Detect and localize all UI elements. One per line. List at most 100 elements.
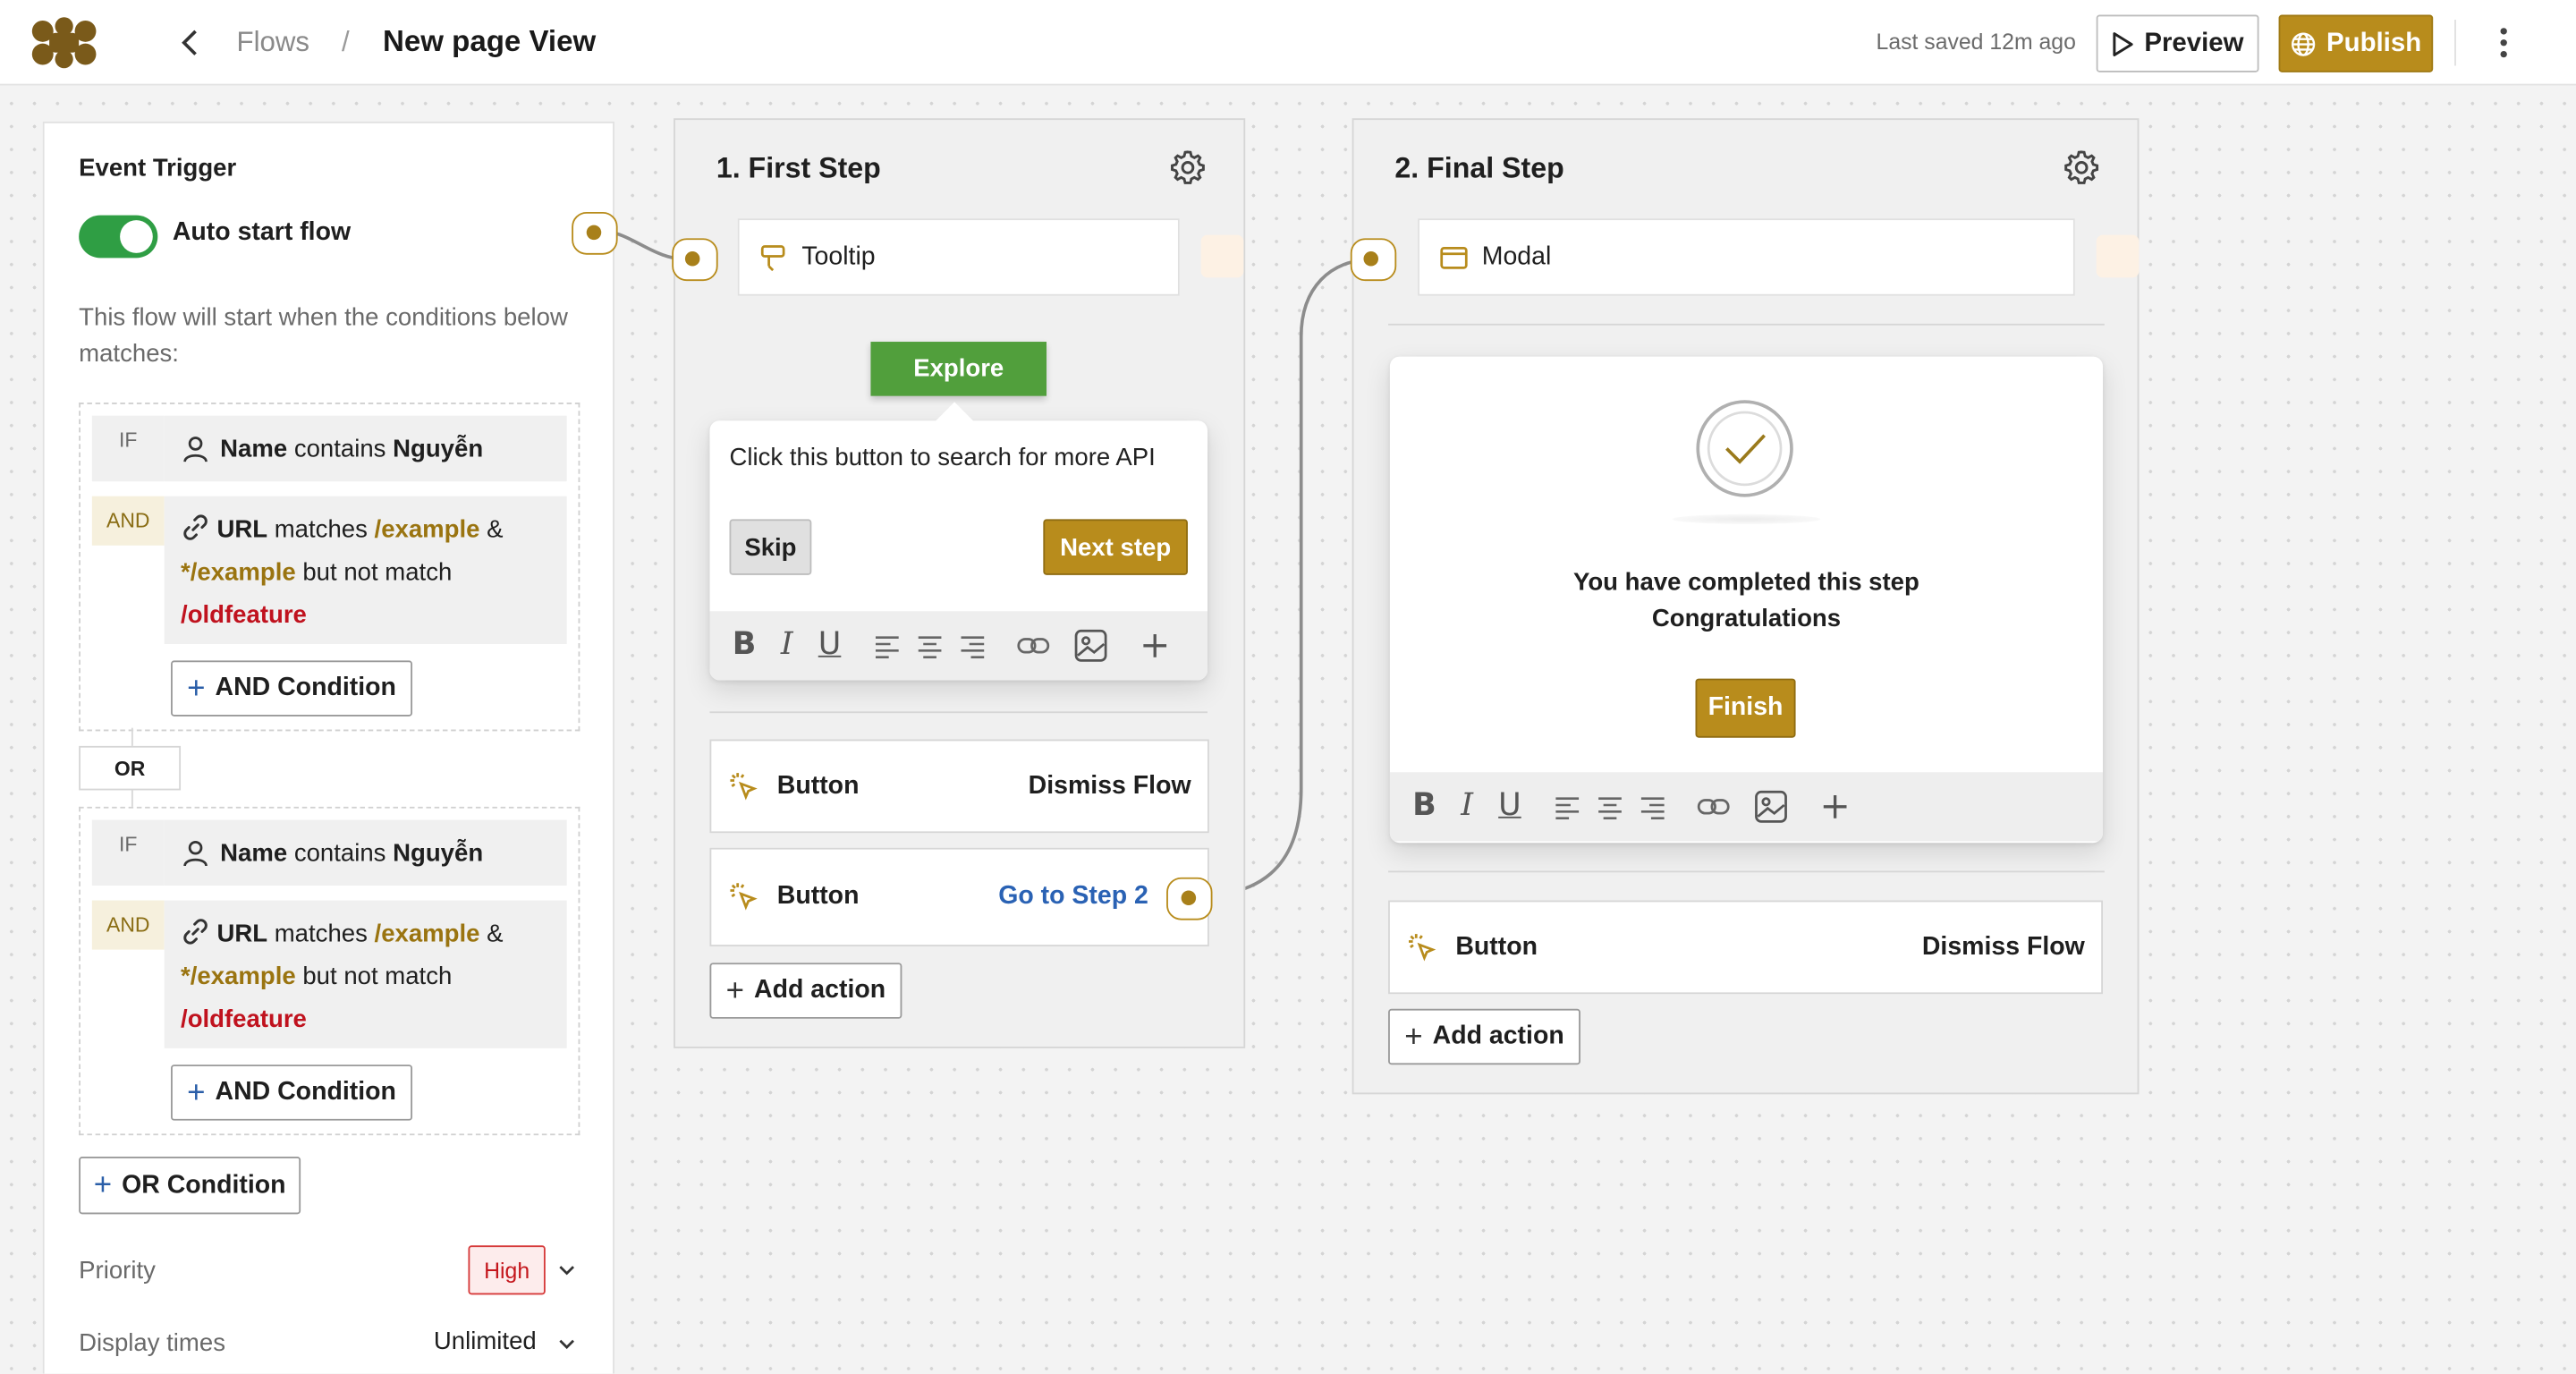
element-label: Modal xyxy=(1481,242,1552,271)
link-icon[interactable] xyxy=(1013,626,1053,666)
url-condition-row[interactable]: URL matches /example & */example but not … xyxy=(164,900,567,1048)
plus-icon[interactable] xyxy=(1816,787,1855,827)
action-output-port[interactable] xyxy=(1166,877,1213,920)
condition-operator: matches xyxy=(274,920,368,948)
italic-icon[interactable]: I xyxy=(772,626,801,662)
and-condition-label: AND Condition xyxy=(215,674,396,702)
check-shadow xyxy=(1672,513,1821,524)
click-icon xyxy=(1409,933,1436,961)
gear-icon[interactable] xyxy=(1168,148,1208,187)
or-chip: OR xyxy=(79,745,182,791)
and-tag: AND xyxy=(91,496,165,546)
action-row[interactable]: Button Go to Step 2 xyxy=(709,847,1209,946)
chevron-down-icon[interactable] xyxy=(557,1334,577,1353)
condition-group: IF Name contains Nguyễn AND URL matches … xyxy=(79,806,580,1136)
priority-select[interactable]: High xyxy=(468,1245,546,1295)
auto-start-label: Auto start flow xyxy=(172,218,352,247)
chevron-down-icon[interactable] xyxy=(557,1260,577,1280)
or-condition-button[interactable]: + OR Condition xyxy=(79,1157,301,1215)
next-step-button[interactable]: Next step xyxy=(1043,519,1188,575)
add-action-button[interactable]: + Add action xyxy=(1388,1008,1580,1065)
action-value[interactable]: Go to Step 2 xyxy=(998,882,1148,912)
tooltip-preview: Click this button to search for more API… xyxy=(709,420,1208,681)
if-tag: IF xyxy=(91,819,165,886)
action-value[interactable]: Dismiss Flow xyxy=(1029,771,1191,801)
user-icon xyxy=(183,437,208,462)
add-action-label: Add action xyxy=(1432,1022,1564,1050)
tooltip-icon xyxy=(760,244,785,271)
event-trigger-panel: Event Trigger Auto start flow This flow … xyxy=(42,121,614,1374)
action-value[interactable]: Dismiss Flow xyxy=(1922,932,2085,962)
name-condition-row[interactable]: Name contains Nguyễn xyxy=(164,819,567,886)
condition-group: IF Name contains Nguyễn AND URL matches … xyxy=(79,403,580,732)
text-format-toolbar: B I U xyxy=(1389,772,2104,842)
image-icon[interactable] xyxy=(1751,787,1791,827)
condition-amp: & xyxy=(487,920,504,948)
align-center-icon[interactable] xyxy=(911,626,950,666)
trigger-output-port[interactable] xyxy=(572,211,618,255)
align-center-icon[interactable] xyxy=(1590,787,1630,827)
plus-icon: + xyxy=(187,671,206,706)
align-left-icon[interactable] xyxy=(868,626,907,666)
action-row[interactable]: Button Dismiss Flow xyxy=(709,739,1209,834)
step-input-port[interactable] xyxy=(672,238,718,282)
underline-icon[interactable]: U xyxy=(815,626,844,662)
condition-value: Nguyễn xyxy=(393,434,484,463)
plus-icon[interactable] xyxy=(1135,626,1174,666)
url-condition-row[interactable]: URL matches /example & */example but not … xyxy=(164,496,567,645)
tooltip-text[interactable]: Click this button to search for more API xyxy=(730,444,1156,471)
condition-excluded-value: /oldfeature xyxy=(181,1005,307,1034)
action-type-label: Button xyxy=(776,771,860,800)
modal-preview: You have completed this step Congratulat… xyxy=(1389,356,2104,844)
auto-start-toggle[interactable] xyxy=(79,215,158,259)
step-title[interactable]: 1. First Step xyxy=(716,151,881,186)
section-divider xyxy=(1388,323,2105,326)
align-left-icon[interactable] xyxy=(1547,787,1587,827)
link-icon[interactable] xyxy=(1694,787,1733,827)
underline-icon[interactable]: U xyxy=(1495,787,1524,823)
image-icon[interactable] xyxy=(1072,626,1111,666)
condition-value: /example xyxy=(374,515,480,544)
plus-icon: + xyxy=(725,973,745,1008)
trigger-description: This flow will start when the conditions… xyxy=(79,303,568,369)
explore-target-button[interactable]: Explore xyxy=(870,342,1047,396)
condition-field: URL xyxy=(216,920,268,948)
add-element-placeholder[interactable] xyxy=(2096,234,2140,278)
condition-operator: contains xyxy=(293,434,386,463)
section-divider xyxy=(1388,870,2105,873)
skip-button[interactable]: Skip xyxy=(729,519,812,575)
condition-field: Name xyxy=(220,838,288,867)
condition-field: URL xyxy=(216,515,268,544)
step-input-port[interactable] xyxy=(1350,238,1397,282)
condition-operator: but not match xyxy=(302,963,453,991)
and-condition-button[interactable]: + AND Condition xyxy=(171,660,413,717)
and-condition-label: AND Condition xyxy=(215,1077,396,1107)
condition-operator: matches xyxy=(274,515,368,544)
section-divider xyxy=(709,711,1208,714)
add-action-button[interactable]: + Add action xyxy=(709,963,902,1019)
flow-editor: Flows / New page View Last saved 12m ago… xyxy=(0,0,2576,1374)
bold-icon[interactable]: B xyxy=(730,626,759,662)
and-condition-button[interactable]: + AND Condition xyxy=(171,1064,413,1121)
action-row[interactable]: Button Dismiss Flow xyxy=(1388,900,2104,995)
condition-value: /example xyxy=(374,920,480,948)
align-right-icon[interactable] xyxy=(1633,787,1673,827)
condition-value: */example xyxy=(181,963,296,991)
gear-icon[interactable] xyxy=(2062,148,2101,187)
tooltip-element-row[interactable]: Tooltip xyxy=(737,218,1180,296)
modal-message-line2[interactable]: Congratulations xyxy=(1390,601,2103,637)
italic-icon[interactable]: I xyxy=(1453,787,1482,823)
add-element-placeholder[interactable] xyxy=(1200,234,1244,278)
step-title[interactable]: 2. Final Step xyxy=(1394,151,1563,186)
condition-amp: & xyxy=(487,515,504,544)
modal-message-line1[interactable]: You have completed this step xyxy=(1390,565,2103,601)
or-condition-label: OR Condition xyxy=(122,1170,286,1199)
finish-button[interactable]: Finish xyxy=(1695,678,1796,738)
display-times-select[interactable]: Unlimited xyxy=(434,1327,537,1355)
add-action-label: Add action xyxy=(754,976,886,1005)
bold-icon[interactable]: B xyxy=(1410,787,1439,823)
align-right-icon[interactable] xyxy=(953,626,992,666)
plus-icon: + xyxy=(93,1167,113,1203)
name-condition-row[interactable]: Name contains Nguyễn xyxy=(164,415,567,482)
modal-element-row[interactable]: Modal xyxy=(1418,218,2075,296)
